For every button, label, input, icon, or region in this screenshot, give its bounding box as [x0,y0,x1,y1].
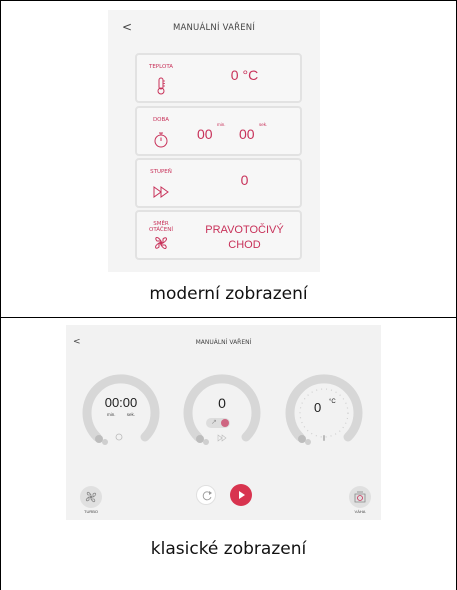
time-seconds-unit: sek. [259,122,268,127]
temperature-value: 0 °C [230,67,259,83]
time-dial-value: 00:00 [104,395,138,410]
frame-divider [0,317,457,318]
temperature-label: TEPLOTA [148,64,174,70]
rotation-card[interactable]: SMĚR OTÁČENÍ PRAVOTOČIVÝ CHOD [135,210,302,260]
rotation-direction-icon [155,237,167,249]
rotation-value: PRAVOTOČIVÝ CHOD [187,223,302,253]
speed-dial-ring [183,374,261,445]
time-value: 00 min. 00 sek. [197,122,307,146]
classic-screen: < MANUÁLNÍ VAŘENÍ 00:00 min. sek. 0 ↗ 0 … [66,325,381,520]
rotate-icon [202,491,212,501]
frame-top-border [0,0,457,1]
time-card[interactable]: DOBA 00 min. 00 sek. [135,106,302,156]
rotation-label: SMĚR OTÁČENÍ [149,221,173,233]
classic-caption: klasické zobrazení [150,539,307,559]
turbo-icon [85,491,97,503]
temperature-dial-unit: °C [329,399,336,405]
temperature-dial[interactable]: 0 °C [284,373,364,453]
screen-title: MANUÁLNÍ VAŘENÍ [195,339,252,346]
time-dial-units: min. sek. [81,412,161,417]
toggle-knob [221,419,229,427]
speed-dial[interactable]: 0 ↗ [182,373,262,453]
time-dial-unit-sec: sek. [126,412,136,417]
screen-title: MANUÁLNÍ VAŘENÍ [172,23,256,33]
play-icon [239,491,245,499]
reverse-rotation-button[interactable] [196,485,216,505]
time-seconds: 00 [239,126,255,142]
reverse-toggle[interactable]: ↗ [206,418,230,428]
time-dial[interactable]: 00:00 min. sek. [81,373,161,453]
speed-card[interactable]: STUPEŇ 0 [135,158,302,208]
turbo-label: TURBO [84,509,98,514]
temperature-dial-ring [285,374,363,445]
time-minutes: 00 [197,126,213,142]
slow-icon: ↗ [211,418,217,426]
scale-button[interactable] [349,486,371,508]
modern-caption: moderní zobrazení [149,284,308,304]
time-dial-unit-min: min. [106,412,116,417]
temperature-dial-value: 0 [314,400,322,415]
scale-icon [354,491,366,503]
speed-label: STUPEŇ [150,169,172,175]
speed-value: 0 [240,172,249,188]
thermometer-icon [157,77,165,95]
fast-forward-icon [153,186,169,198]
time-label: DOBA [152,117,170,123]
time-minutes-unit: min. [217,122,226,127]
speed-dial-value: 0 [218,395,226,411]
rotation-value-line2: CHOD [228,239,261,251]
start-button[interactable] [230,484,252,506]
modern-screen: < MANUÁLNÍ VAŘENÍ TEPLOTA 0 °C DOBA 00 m… [108,10,320,272]
temperature-card[interactable]: TEPLOTA 0 °C [135,53,302,103]
turbo-button[interactable] [80,486,102,508]
scale-label: VÁHA [354,509,366,514]
stopwatch-icon [154,132,168,148]
rotation-value-line1: PRAVOTOČIVÝ [205,224,284,236]
